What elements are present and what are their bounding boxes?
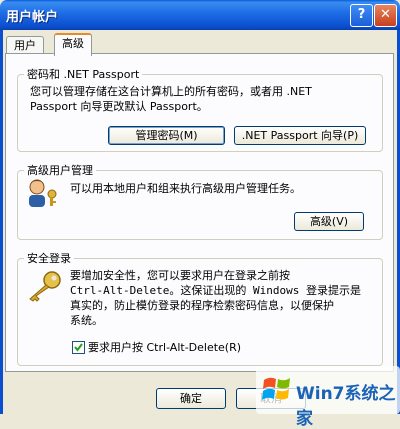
passwords-text-line1: 您可以管理存储在这台计算机上的所有密码，或者用 .NET: [30, 85, 312, 98]
advanced-group-text: 可以用本地用户和组来执行高级用户管理任务。: [70, 182, 301, 195]
watermark-text: Win7系统之家: [296, 384, 396, 429]
tab-advanced[interactable]: 高级: [54, 33, 92, 56]
window-title: 用户帐户: [6, 10, 59, 25]
watermark: Win7系统之家: [256, 366, 400, 429]
key-icon: [24, 270, 64, 302]
advanced-button[interactable]: 高级(V): [294, 212, 364, 231]
close-button[interactable]: ✕: [374, 4, 397, 27]
help-button[interactable]: ?: [350, 4, 373, 27]
secure-login-text-line3: 真实的，防止模仿登录的程序检索密码信息，以便保护: [70, 299, 334, 312]
title-bar: 用户帐户 ? ✕: [0, 0, 400, 30]
secure-login-group-title: 安全登录: [27, 252, 71, 265]
windows-logo-icon: [262, 377, 290, 400]
require-ctrl-alt-delete-checkbox[interactable]: [72, 341, 85, 354]
advanced-group-title: 高级用户管理: [27, 164, 93, 177]
secure-login-text-line1: 要增加安全性，您可以要求用户在登录之前按: [70, 269, 290, 282]
require-ctrl-alt-delete-label[interactable]: 要求用户按 Ctrl-Alt-Delete(R): [88, 340, 241, 355]
passwords-group-title: 密码和 .NET Passport: [27, 68, 140, 81]
checkmark-icon: [74, 343, 83, 352]
users-icon: [24, 178, 62, 208]
manage-passwords-button[interactable]: 管理密码(M): [108, 126, 225, 145]
secure-login-text-line4: 系统。: [70, 314, 103, 327]
passport-wizard-button[interactable]: .NET Passport 向导(P): [234, 126, 366, 145]
secure-login-text-line2: Ctrl-Alt-Delete。这保证出现的 Windows 登录提示是: [70, 284, 361, 297]
ok-button[interactable]: 确定: [156, 388, 226, 409]
passwords-text-line2: Passport 向导更改默认 Passport。: [30, 100, 208, 113]
